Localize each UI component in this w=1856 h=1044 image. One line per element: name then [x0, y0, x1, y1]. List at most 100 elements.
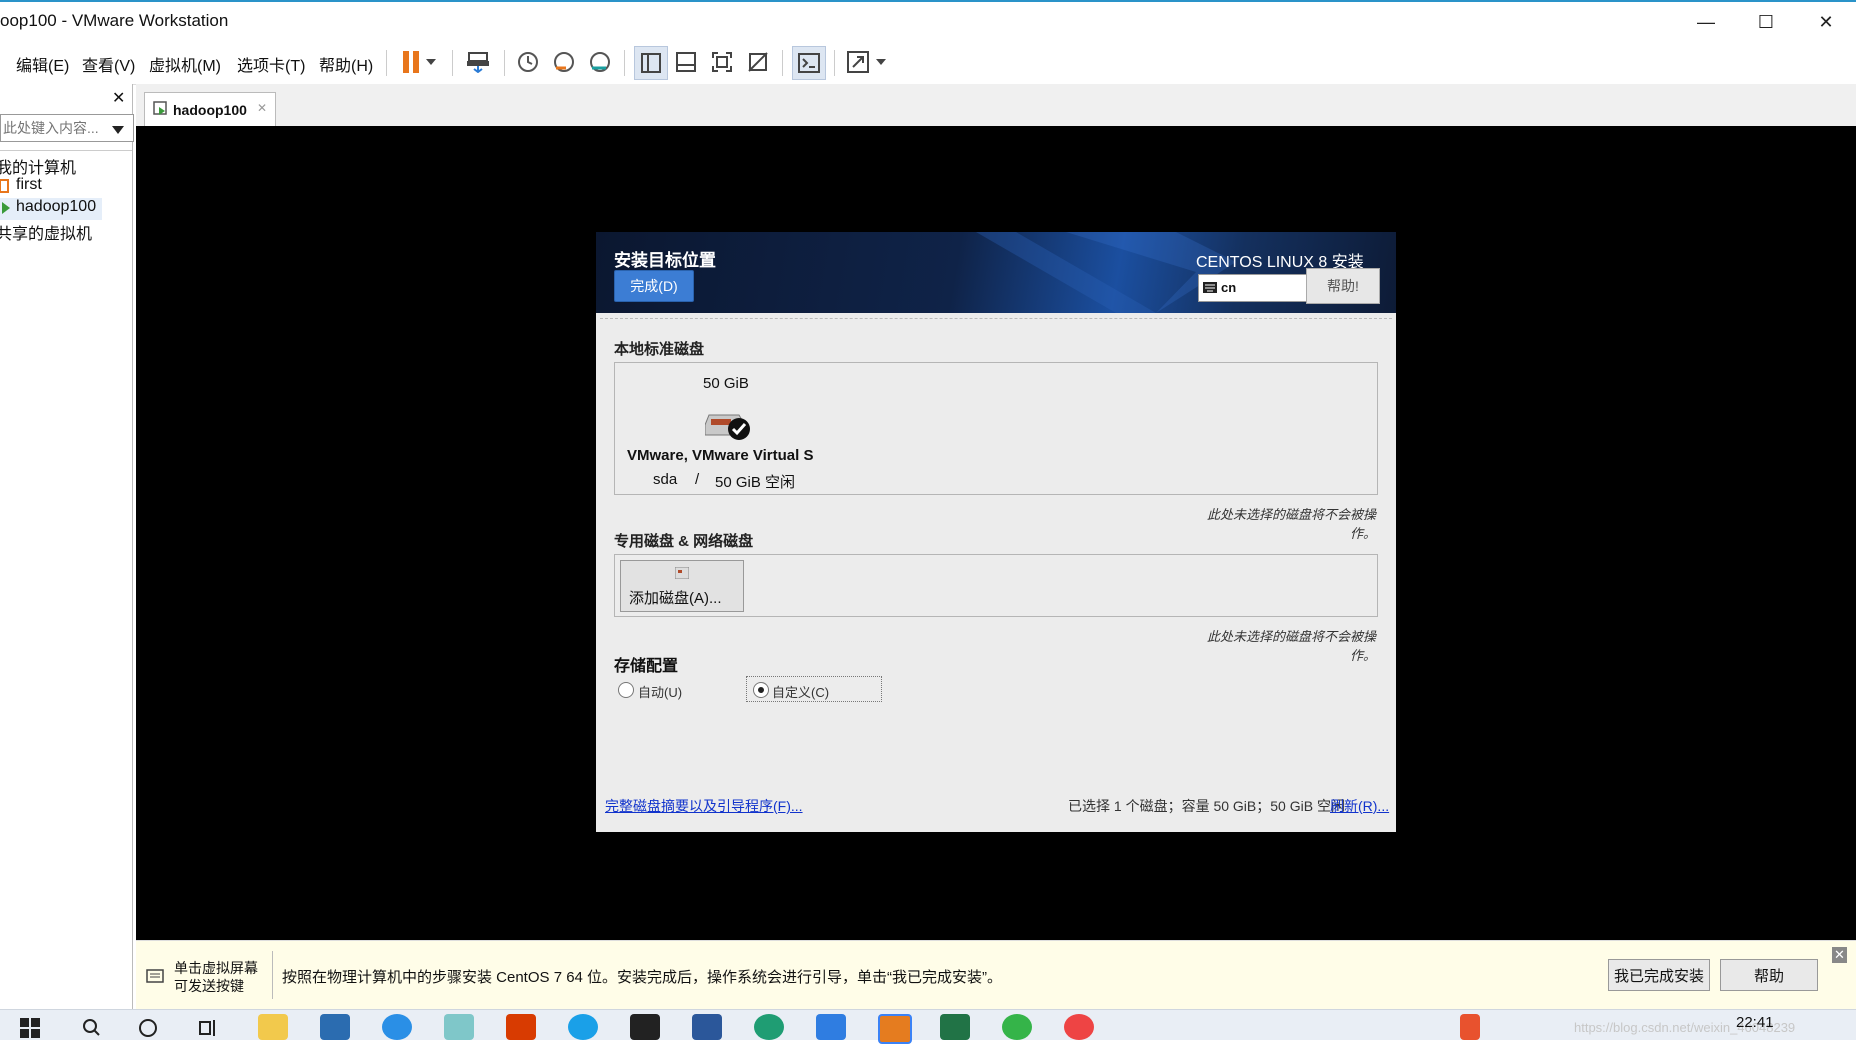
- custom-radio[interactable]: [753, 682, 769, 698]
- excel-icon[interactable]: [940, 1014, 970, 1040]
- qq-browser-icon[interactable]: [382, 1014, 412, 1040]
- file-explorer-icon[interactable]: [258, 1014, 288, 1040]
- add-disk-icon: [675, 567, 689, 579]
- page-title: 安装目标位置: [614, 251, 716, 270]
- menu-tabs[interactable]: 选项卡(T): [237, 52, 305, 76]
- vm-running-icon: [0, 200, 12, 216]
- minimize-button[interactable]: —: [1676, 2, 1736, 42]
- library-sidebar: ✕ 我的计算机 first hadoop100 共享的虚拟机: [0, 84, 134, 1009]
- add-disk-button[interactable]: 添加磁盘(A)...: [620, 560, 744, 612]
- title-bar: oop100 - VMware Workstation — ☐ ✕: [0, 0, 1856, 42]
- finish-install-button[interactable]: 我已完成安装: [1608, 959, 1710, 991]
- hint-help-button[interactable]: 帮助: [1720, 959, 1818, 991]
- console-view-icon[interactable]: [792, 46, 826, 80]
- local-disks-note: 此处未选择的磁盘将不会被操作。: [1206, 507, 1376, 541]
- tree-item-first[interactable]: first: [16, 176, 42, 194]
- installer-header: 安装目标位置 完成(D) CENTOS LINUX 8 安装 cn 帮助!: [596, 232, 1396, 313]
- snapshot-icon[interactable]: [512, 46, 544, 78]
- task-view-icon[interactable]: [198, 1018, 220, 1038]
- snapshot-manager-icon[interactable]: [584, 46, 616, 78]
- chevron-down-icon[interactable]: [872, 46, 890, 78]
- auto-radio-label[interactable]: 自动(U): [638, 682, 682, 701]
- local-disks-heading: 本地标准磁盘: [614, 341, 705, 358]
- keyboard-layout: cn: [1221, 280, 1237, 295]
- app-icon[interactable]: [444, 1014, 474, 1040]
- toolbar-separator: [834, 50, 835, 76]
- search-icon[interactable]: [82, 1018, 100, 1036]
- close-hint-icon[interactable]: ✕: [1832, 947, 1847, 963]
- chevron-down-icon[interactable]: [422, 46, 440, 78]
- divider: [272, 951, 273, 999]
- installer-help-button[interactable]: 帮助!: [1306, 268, 1380, 304]
- tab-hadoop100[interactable]: hadoop100 ✕: [144, 92, 276, 127]
- toolbar-separator: [504, 50, 505, 76]
- local-disks-panel: 50 GiB VMware, VMware Virtual S sda / 50…: [614, 362, 1378, 495]
- special-disks-panel: 添加磁盘(A)...: [614, 554, 1378, 617]
- toolbar-separator: [452, 50, 453, 76]
- word-icon[interactable]: [692, 1014, 722, 1040]
- chrome-icon[interactable]: [1064, 1014, 1094, 1040]
- edge-legacy-icon[interactable]: [568, 1014, 598, 1040]
- refresh-link[interactable]: 刷新(R)...: [1330, 796, 1389, 816]
- keyboard-icon: [1203, 282, 1217, 293]
- toolbar-separator: [782, 50, 783, 76]
- vmware-icon[interactable]: [878, 1014, 912, 1044]
- stretch-icon[interactable]: [842, 46, 874, 78]
- send-keys-icon[interactable]: [462, 46, 494, 78]
- tree-item-shared-vms[interactable]: 共享的虚拟机: [0, 220, 92, 244]
- done-button[interactable]: 完成(D): [614, 270, 694, 302]
- hard-disk-selected-icon: [705, 414, 750, 440]
- close-window-button[interactable]: ✕: [1796, 2, 1856, 42]
- tab-strip: hadoop100 ✕: [136, 84, 1856, 127]
- disk-model: VMware, VMware Virtual S: [627, 447, 814, 464]
- library-view-icon[interactable]: [634, 46, 668, 80]
- windows-taskbar: https://blog.csdn.net/weixin_46048239 22…: [0, 1009, 1856, 1044]
- keyboard-layout-indicator[interactable]: cn: [1198, 274, 1308, 302]
- close-tab-icon[interactable]: ✕: [257, 101, 267, 115]
- auto-radio[interactable]: [618, 682, 634, 698]
- custom-radio-label[interactable]: 自定义(C): [772, 682, 829, 701]
- ie-icon[interactable]: [1002, 1014, 1032, 1040]
- cortana-icon[interactable]: [138, 1018, 158, 1038]
- clock[interactable]: 22:41: [1736, 1014, 1774, 1031]
- menu-toolbar: 编辑(E) 查看(V) 虚拟机(M) 选项卡(T) 帮助(H): [0, 40, 1856, 85]
- mail-icon[interactable]: [320, 1014, 350, 1040]
- disk-free: 50 GiB 空闲: [715, 474, 796, 491]
- vm-tab-icon: [153, 101, 169, 120]
- thumbnail-view-icon[interactable]: [670, 46, 702, 78]
- tree-item-hadoop100[interactable]: hadoop100: [16, 198, 96, 216]
- fullscreen-icon[interactable]: [706, 46, 738, 78]
- install-hint-message: 按照在物理计算机中的步骤安装 CentOS 7 64 位。安装完成后，操作系统会…: [282, 969, 1003, 986]
- office-icon[interactable]: [506, 1014, 536, 1040]
- toolbar-separator: [386, 50, 387, 76]
- menu-edit[interactable]: 编辑(E): [16, 52, 69, 76]
- special-disks-note: 此处未选择的磁盘将不会被操作。: [1206, 629, 1376, 663]
- windows-start-icon[interactable]: [20, 1018, 40, 1038]
- edge-icon[interactable]: [754, 1014, 784, 1040]
- divider: [600, 318, 1392, 319]
- maximize-button[interactable]: ☐: [1736, 2, 1796, 42]
- disk-summary-link[interactable]: 完整磁盘摘要以及引导程序(F)...: [605, 796, 803, 816]
- chevron-down-icon[interactable]: [112, 121, 124, 139]
- divider: [0, 150, 132, 151]
- special-disks-heading: 专用磁盘 & 网络磁盘: [614, 533, 754, 550]
- toolbar-separator: [624, 50, 625, 76]
- menu-view[interactable]: 查看(V): [82, 52, 135, 76]
- disk-size: 50 GiB: [703, 375, 749, 392]
- menu-help[interactable]: 帮助(H): [319, 52, 373, 76]
- tab-label: hadoop100: [173, 102, 247, 118]
- tree-item-my-computer[interactable]: 我的计算机: [0, 154, 76, 178]
- vm-icon: [0, 178, 10, 194]
- installer-window: 安装目标位置 完成(D) CENTOS LINUX 8 安装 cn 帮助! 本地…: [596, 232, 1396, 832]
- app-icon[interactable]: [816, 1014, 846, 1040]
- close-library-icon[interactable]: ✕: [112, 88, 125, 108]
- revert-snapshot-icon[interactable]: [548, 46, 580, 78]
- keyboard-click-icon: [146, 969, 164, 983]
- disk-device: sda: [653, 471, 678, 488]
- input-method-icon[interactable]: [1460, 1014, 1480, 1040]
- unity-icon[interactable]: [742, 46, 774, 78]
- disk-tile-sda[interactable]: 50 GiB VMware, VMware Virtual S sda / 50…: [623, 367, 823, 491]
- install-hint-bar: 单击虚拟屏幕 可发送按键 按照在物理计算机中的步骤安装 CentOS 7 64 …: [136, 940, 1856, 1010]
- menu-vm[interactable]: 虚拟机(M): [149, 52, 221, 76]
- mysql-icon[interactable]: [630, 1014, 660, 1040]
